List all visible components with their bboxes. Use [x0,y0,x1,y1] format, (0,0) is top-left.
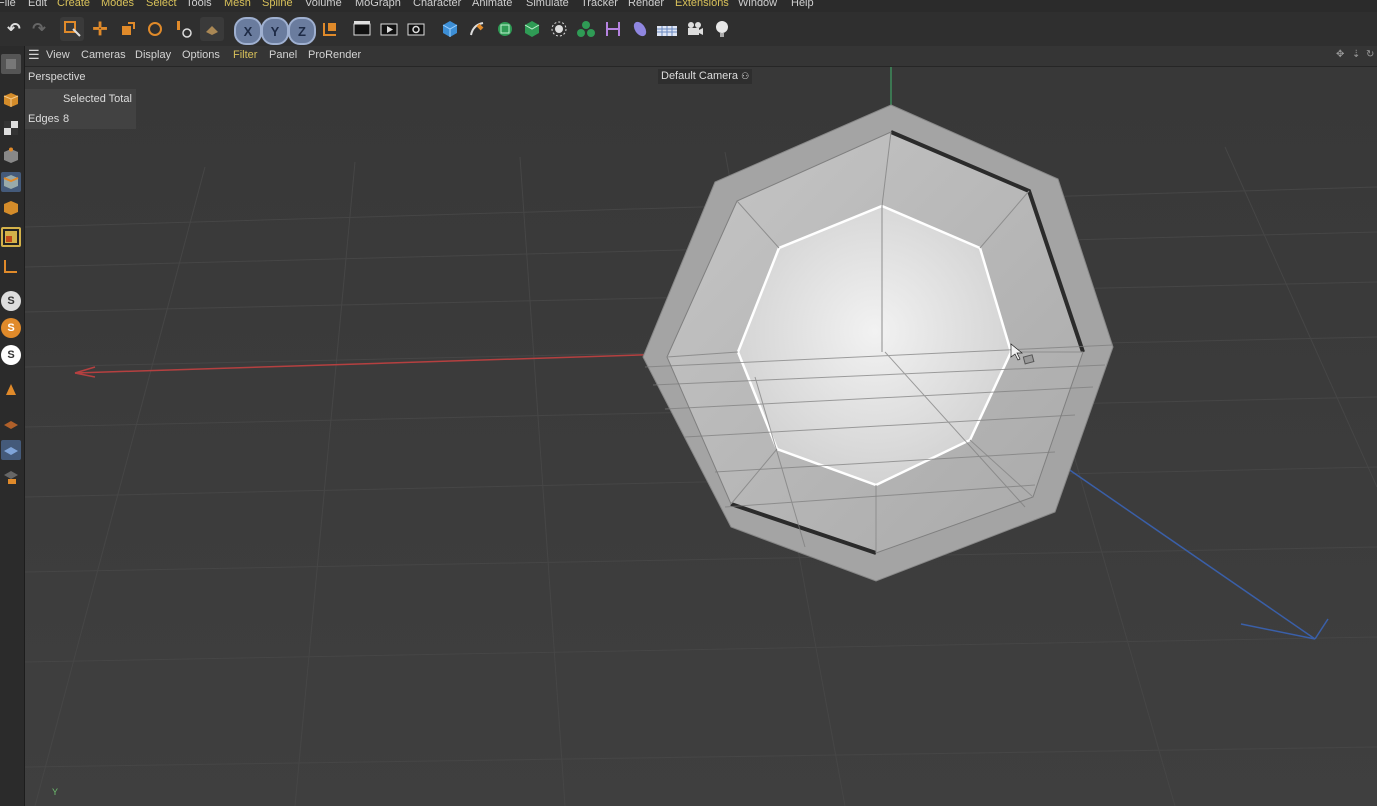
hud-edges-value: 8 [63,113,70,125]
floor-scene-icon[interactable] [655,17,679,41]
render-to-picture-viewer-icon[interactable] [377,17,401,41]
viewport-move-icon[interactable]: ✥ [1336,49,1344,60]
edges-mode-icon[interactable] [1,172,21,192]
move-icon[interactable]: ✛ [88,17,112,41]
viewport-menu-panel[interactable]: Panel [269,49,297,61]
viewport-menu-options[interactable]: Options [182,49,220,61]
viewport-menu-bar: ☰ View Cameras Display Options Filter Pa… [25,46,1377,67]
viewport-menu-cameras[interactable]: Cameras [81,49,126,61]
locked-workplane-icon[interactable] [1,466,21,486]
cube-icon[interactable] [438,17,462,41]
render-settings-icon[interactable] [404,17,428,41]
menu-select[interactable]: Select [146,0,177,9]
polygons-mode-icon[interactable] [1,198,21,218]
hud-header: Selected Total [63,93,132,105]
tweak-mode-icon[interactable] [1,380,21,400]
make-editable-icon[interactable] [1,54,21,74]
viewport-menu-view[interactable]: View [46,49,70,61]
points-mode-icon[interactable] [1,146,21,166]
viewport-menu-prorender[interactable]: ProRender [308,49,361,61]
axis-x-lock-button[interactable]: X [234,17,262,45]
left-mode-bar: S S S [0,46,25,806]
light-icon[interactable] [710,17,734,41]
default-camera-label[interactable]: Default Camera ⚇ [658,69,753,84]
axis-mode-icon[interactable] [1,256,21,276]
menu-spline[interactable]: Spline [262,0,293,9]
field-icon[interactable] [628,17,652,41]
menu-tools[interactable]: Tools [186,0,212,9]
workplane-icon[interactable] [1,414,21,434]
viewport-zoom-icon[interactable]: ⇣ [1352,49,1360,60]
workplane-lock-icon[interactable] [1,440,21,460]
object-mode-icon[interactable] [200,17,224,41]
viewport-perspective[interactable]: Perspective Default Camera ⚇ Selected To… [25,67,1377,806]
menu-bar: File Edit Create Modes Select Tools Mesh… [0,0,1377,12]
deformer-icon[interactable] [601,17,625,41]
viewport-rotate-icon[interactable]: ↻ [1366,49,1374,60]
mograph-cloner-icon[interactable] [574,17,598,41]
solo-button[interactable]: S [1,345,21,365]
viewport-name-label: Perspective [28,71,86,83]
viewport-scene [25,67,1377,806]
pen-spline-icon[interactable] [465,17,489,41]
hud-edges-label: Edges [28,113,60,125]
undo-icon[interactable]: ↶ [2,17,26,41]
menu-mograph[interactable]: MoGraph [355,0,401,9]
axis-z-lock-button[interactable]: Z [288,17,316,45]
live-selection-icon[interactable] [60,17,84,41]
texture-mode-icon[interactable] [1,118,21,138]
menu-mesh[interactable]: Mesh [224,0,251,9]
redo-icon[interactable]: ↷ [27,17,51,41]
recent-tools-icon[interactable] [172,17,196,41]
axis-y-lock-button[interactable]: Y [261,17,289,45]
subdivision-surface-icon[interactable] [493,17,517,41]
menu-window[interactable]: Window [738,0,777,9]
camera-icon: ⚇ [741,71,750,81]
menu-edit[interactable]: Edit [28,0,47,9]
scale-icon[interactable] [116,17,140,41]
uv-mode-icon[interactable] [1,227,21,247]
menu-file[interactable]: File [0,0,16,9]
menu-character[interactable]: Character [413,0,461,9]
render-view-icon[interactable] [350,17,374,41]
snap-settings-button[interactable]: S [1,318,21,338]
menu-tracker[interactable]: Tracker [581,0,618,9]
viewport-menu-display[interactable]: Display [135,49,171,61]
camera-name: Default Camera [661,70,739,82]
viewport-menu-filter[interactable]: Filter [233,49,257,61]
menu-volume[interactable]: Volume [305,0,342,9]
menu-simulate[interactable]: Simulate [526,0,569,9]
snap-button[interactable]: S [1,291,21,311]
menu-extensions[interactable]: Extensions [675,0,729,9]
coordinate-system-icon[interactable] [318,17,342,41]
camera-icon[interactable] [683,17,707,41]
menu-create[interactable]: Create [57,0,90,9]
hamburger-icon[interactable]: ☰ [28,47,40,63]
model-mode-icon[interactable] [1,90,21,110]
main-toolbar: ↶ ↷ ✛ X Y Z [0,12,1377,47]
menu-modes[interactable]: Modes [101,0,134,9]
rotate-icon[interactable] [143,17,167,41]
menu-animate[interactable]: Animate [472,0,512,9]
menu-help[interactable]: Help [791,0,814,9]
axis-y-label: Y [52,787,59,797]
selection-hud: Selected Total Edges 8 [25,89,136,129]
menu-render[interactable]: Render [628,0,664,9]
cloner-icon[interactable] [547,17,571,41]
extrude-generator-icon[interactable] [520,17,544,41]
